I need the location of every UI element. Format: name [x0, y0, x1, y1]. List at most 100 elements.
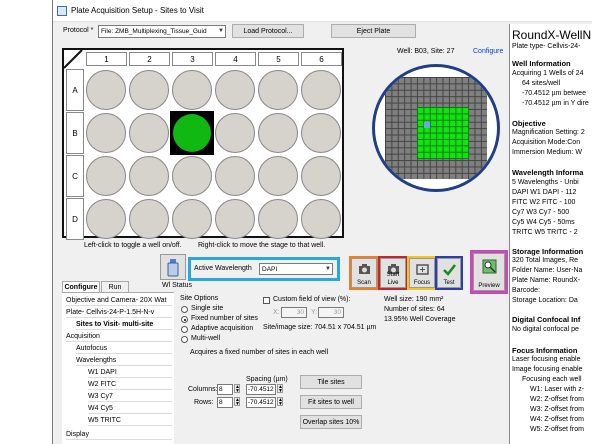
well-d4[interactable] [215, 199, 255, 239]
plate-hint-right: Right-click to move the stage to that we… [198, 242, 326, 249]
column-header-3: 3 [172, 52, 213, 66]
well-a2[interactable] [129, 70, 169, 110]
summary-focus-7: W4: Z-offset from [530, 416, 584, 423]
start-live-button[interactable]: Start Live [380, 258, 406, 288]
tree-item-plate[interactable]: Plate- Cellvis-24-P-1.5H-N-v [66, 307, 172, 318]
summary-well-1: Acquiring 1 Wells of 24 [512, 70, 584, 77]
well-a5[interactable] [258, 70, 298, 110]
fit-sites-button[interactable]: Fit sites to well [300, 395, 362, 409]
tile-sites-button[interactable]: Tile sites [300, 375, 362, 389]
checkmark-icon [443, 264, 456, 276]
tree-item-display[interactable]: Display [66, 429, 172, 440]
well-plate: 1 2 3 4 5 6 A B C D [62, 48, 344, 240]
tree-item-w3-cy7[interactable]: W3 Cy7 [88, 391, 172, 402]
summary-plate-type: Plate type- Cellvis-24- [512, 43, 581, 50]
focus-button[interactable]: Focus [409, 258, 435, 288]
well-coverage: 13.95% Well Coverage [384, 316, 456, 323]
well-d1[interactable] [86, 199, 126, 239]
rows-input[interactable]: 8 [217, 397, 233, 408]
column-header-2: 2 [129, 52, 170, 66]
site-map[interactable] [372, 64, 500, 192]
active-wavelength-label: Active Wavelength [194, 265, 252, 272]
tree-item-autofocus[interactable]: Autofocus [76, 343, 172, 354]
columns-spinner[interactable]: ▲ ▼ [234, 384, 240, 394]
load-protocol-button[interactable]: Load Protocol... [232, 24, 304, 38]
summary-focus-heading: Focus Information [512, 346, 578, 355]
well-c5[interactable] [258, 156, 298, 196]
protocol-label: Protocol * [63, 27, 94, 34]
columns-spacing-input[interactable]: -70.4512 [246, 384, 276, 395]
summary-focus-4: W1: Laser with z- [530, 386, 585, 393]
scan-label: Scan [357, 280, 371, 286]
fov-y-label: Y: [311, 309, 318, 316]
well-d3[interactable] [172, 199, 212, 239]
tree-item-wavelengths[interactable]: Wavelengths [76, 355, 172, 366]
fixed-sites-label: Fixed number of sites [191, 315, 258, 322]
rows-spacing-input[interactable]: -70.4512 [246, 397, 276, 408]
tab-configure[interactable]: Configure [62, 281, 100, 292]
summary-objective-2: Acquisition Mode:Con [512, 139, 581, 146]
summary-title: RoundX-WellN [512, 28, 592, 42]
preview-button[interactable]: Preview [473, 253, 505, 291]
scan-button[interactable]: Scan [351, 258, 377, 288]
well-a4[interactable] [215, 70, 255, 110]
radio-single-site[interactable] [181, 306, 188, 313]
tree-item-objective[interactable]: Objective and Camera- 20X Wat [66, 295, 172, 306]
multi-well-label: Multi-well [191, 335, 221, 342]
well-a1[interactable] [86, 70, 126, 110]
summary-wavelength-4: Cy7 W3 Cy7 - 500 [512, 209, 570, 216]
summary-focus-2: Image focusing enable [512, 366, 583, 373]
columns-input[interactable]: 8 [217, 384, 233, 395]
summary-storage-2: Folder Name: User-Na [512, 267, 583, 274]
well-d5[interactable] [258, 199, 298, 239]
well-c3[interactable] [172, 156, 212, 196]
tree-item-acquisition[interactable]: Acquisition [66, 331, 172, 342]
protocol-dropdown[interactable]: File: ZMB_Multiplexing_Tissue_Guid ▼ [98, 25, 226, 38]
well-size: Well size: 190 mm² [384, 296, 444, 303]
radio-adaptive[interactable] [181, 326, 188, 333]
well-c2[interactable] [129, 156, 169, 196]
well-c6[interactable] [301, 156, 341, 196]
rows-spinner[interactable]: ▲ ▼ [234, 397, 240, 407]
tree-item-w4-cy5[interactable]: W4 Cy5 [88, 403, 172, 414]
tree-item-sites[interactable]: Sites to Visit- multi-site [76, 319, 172, 330]
well-b6[interactable] [301, 113, 341, 153]
custom-fov-checkbox[interactable] [263, 297, 270, 304]
summary-well-heading: Well Information [512, 59, 571, 68]
rows-label: Rows: [194, 399, 214, 406]
column-header-5: 5 [258, 52, 299, 66]
summary-focus-5: W2: Z-offset from [530, 396, 584, 403]
summary-wavelength-2: DAPI W1 DAPI - 112 [512, 189, 577, 196]
fov-y-input[interactable]: 30 [318, 307, 344, 318]
tree-item-w2-fitc[interactable]: W2 FITC [88, 379, 172, 390]
well-b1[interactable] [86, 113, 126, 153]
well-d2[interactable] [129, 199, 169, 239]
overlap-sites-button[interactable]: Overlap sites 10% [300, 415, 362, 429]
wl-status-button[interactable] [160, 254, 186, 280]
well-c1[interactable] [86, 156, 126, 196]
well-b5[interactable] [258, 113, 298, 153]
well-d6[interactable] [301, 199, 341, 239]
title-bar: Plate Acquisition Setup - Sites to Visit [53, 0, 592, 22]
summary-objective-heading: Objective [512, 119, 546, 128]
rows-spacing-spinner[interactable]: ▲ ▼ [277, 397, 283, 407]
configure-link[interactable]: Configure [473, 48, 503, 55]
tree-item-w5-tritc[interactable]: W5 TRITC [88, 415, 172, 426]
well-c4[interactable] [215, 156, 255, 196]
fov-x-input[interactable]: 30 [281, 307, 307, 318]
test-button[interactable]: Test [437, 258, 461, 288]
active-wavelength-dropdown[interactable]: DAPI ▼ [259, 263, 333, 275]
well-b4[interactable] [215, 113, 255, 153]
well-b2[interactable] [129, 113, 169, 153]
tree-item-w1-dapi[interactable]: W1 DAPI [88, 367, 172, 378]
well-a3[interactable] [172, 70, 212, 110]
eject-plate-button[interactable]: Eject Plate [331, 24, 416, 38]
tab-run[interactable]: Run [101, 281, 129, 292]
custom-fov-label: Custom field of view (%): [273, 296, 351, 303]
columns-spacing-spinner[interactable]: ▲ ▼ [277, 384, 283, 394]
well-b3-selected[interactable] [170, 111, 214, 155]
radio-multi-well[interactable] [181, 336, 188, 343]
radio-fixed-sites[interactable] [181, 316, 188, 323]
row-header-c: C [66, 155, 84, 197]
well-a6[interactable] [301, 70, 341, 110]
